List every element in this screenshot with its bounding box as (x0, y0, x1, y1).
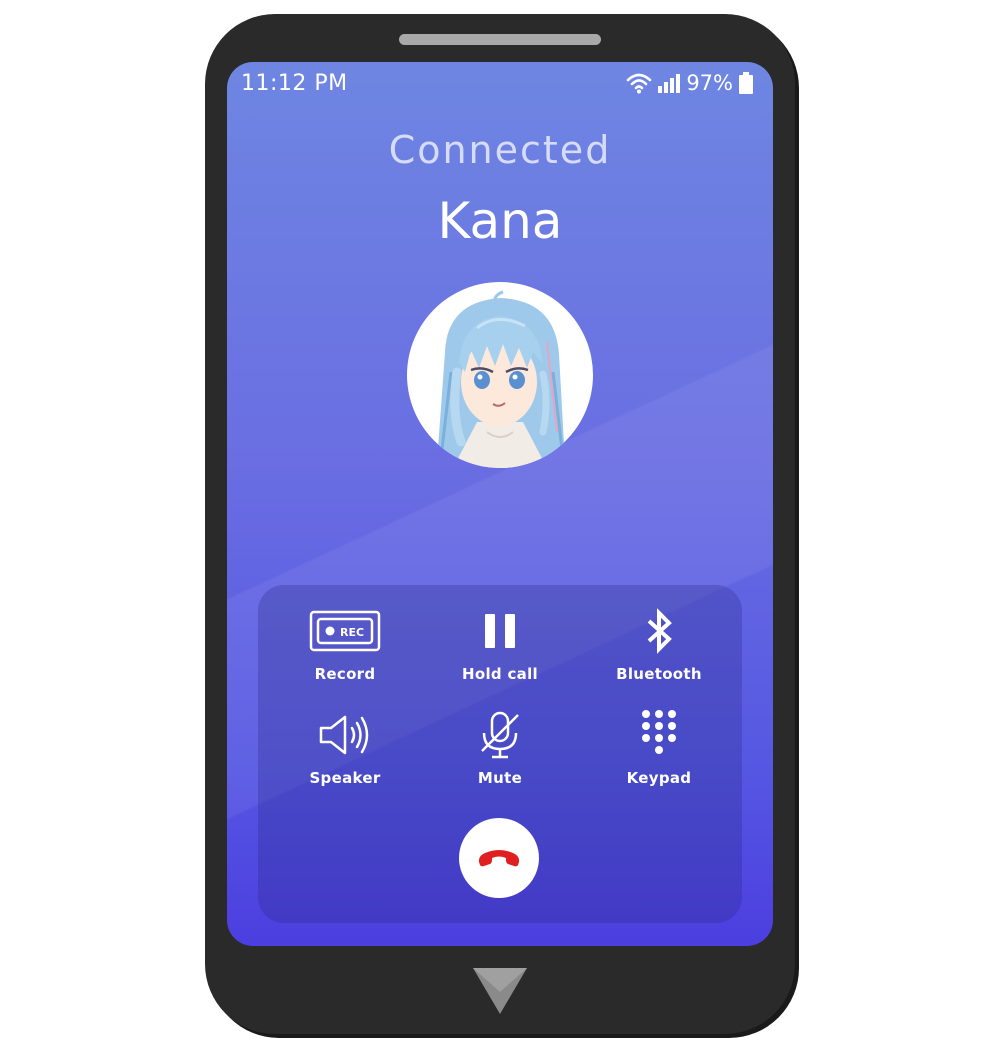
hold-call-button[interactable]: Hold call (430, 605, 570, 695)
speaker-button[interactable]: Speaker (275, 709, 415, 799)
bluetooth-icon (647, 608, 672, 654)
bluetooth-label: Bluetooth (616, 665, 702, 683)
avatar-portrait (437, 290, 565, 468)
wifi-icon (627, 73, 652, 94)
bluetooth-button[interactable]: Bluetooth (589, 605, 729, 695)
home-button[interactable] (471, 966, 529, 1016)
keypad-icon (642, 710, 676, 754)
hold-call-label: Hold call (462, 665, 538, 683)
mute-label: Mute (477, 769, 523, 787)
avatar (407, 282, 593, 468)
keypad-label: Keypad (626, 769, 692, 787)
rec-badge: REC (340, 626, 364, 639)
phone-screen: 11:12 PM 97% Connected Kana REC Record H… (227, 62, 773, 946)
signal-icon (658, 74, 681, 93)
status-indicators: 97% (626, 71, 753, 95)
speaker-icon (319, 715, 369, 755)
mute-button[interactable]: Mute (430, 709, 570, 799)
record-button[interactable]: REC Record (275, 605, 415, 695)
end-call-button[interactable] (459, 818, 539, 898)
earpiece-speaker (399, 34, 601, 45)
hang-up-icon (478, 850, 520, 867)
speaker-label: Speaker (309, 769, 381, 787)
record-label: Record (314, 665, 376, 683)
status-bar: 11:12 PM 97% (227, 62, 773, 106)
battery-percent: 97% (686, 71, 733, 95)
pause-icon (485, 614, 515, 648)
caller-name: Kana (437, 192, 563, 250)
call-controls-panel: REC Record Hold call Bluetooth Speaker M… (258, 585, 742, 923)
status-time: 11:12 PM (241, 71, 348, 96)
call-status: Connected (388, 128, 612, 172)
mic-muted-icon (481, 711, 519, 759)
phone-frame: 11:12 PM 97% Connected Kana REC Record H… (205, 14, 795, 1034)
keypad-button[interactable]: Keypad (589, 709, 729, 799)
record-icon: REC (309, 610, 381, 652)
battery-icon (739, 72, 753, 94)
